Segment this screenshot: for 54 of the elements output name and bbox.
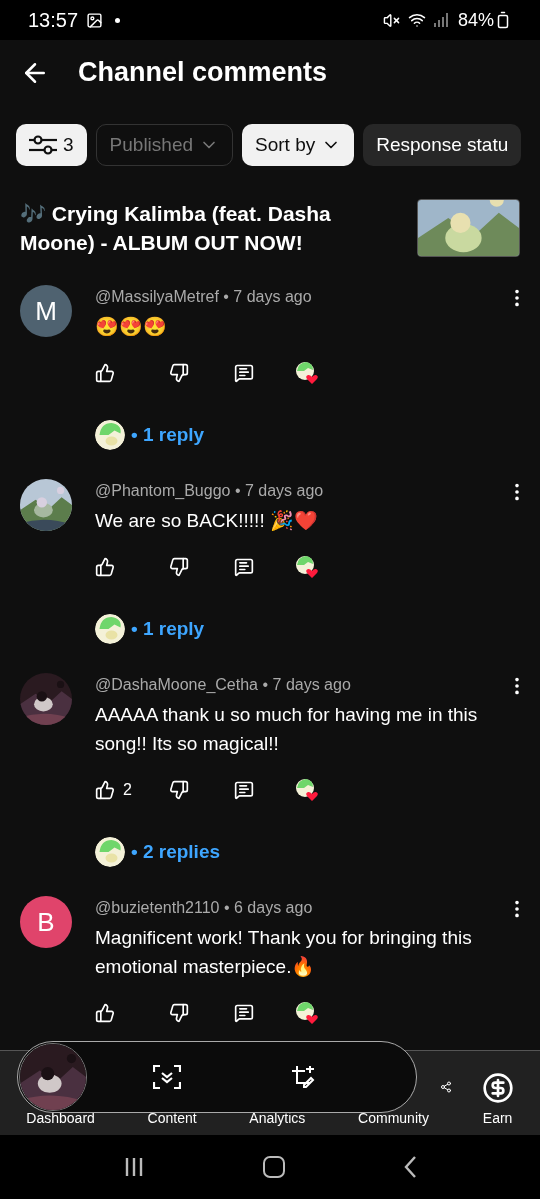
filter-chip[interactable]: Response statu — [363, 124, 522, 166]
dislike-icon[interactable] — [169, 1003, 189, 1023]
gallery-icon — [86, 11, 104, 29]
video-title[interactable]: 🎶 Crying Kalimba (feat. Dasha Moone) - ALBUM OUT NOW! — [20, 199, 405, 257]
status-time: 13:57 — [28, 8, 79, 33]
creator-heart-icon — [295, 1001, 319, 1025]
user-avatar[interactable]: M — [20, 285, 72, 337]
mute-icon — [382, 11, 400, 29]
comment-meta: @MassilyaMetref • 7 days ago — [95, 287, 313, 307]
like-icon[interactable] — [95, 557, 115, 577]
page-title: Channel comments — [78, 56, 328, 90]
battery-percent: 84% — [457, 8, 494, 32]
nav-label[interactable]: Community — [358, 1108, 429, 1129]
dollar-icon[interactable] — [481, 1072, 514, 1104]
reply-icon[interactable] — [234, 557, 254, 577]
reply-icon[interactable] — [234, 1003, 254, 1023]
crop-edit-icon[interactable] — [291, 1065, 315, 1089]
recent-apps-icon[interactable] — [123, 1157, 144, 1177]
like-icon[interactable] — [95, 780, 115, 800]
creator-avatar-icon — [95, 614, 125, 644]
comment-meta: @DashaMoone_Cetha • 7 days ago — [95, 675, 352, 695]
comment-text: 😍😍😍 — [95, 315, 168, 339]
sliders-icon — [29, 133, 57, 157]
comment-meta: @buzietenth2110 • 6 days ago — [95, 898, 314, 918]
creator-heart-icon — [295, 555, 319, 579]
dislike-icon[interactable] — [169, 780, 189, 800]
creator-avatar-icon — [95, 420, 125, 450]
replies-link[interactable]: • 1 reply — [131, 614, 205, 644]
nav-label[interactable]: Earn — [482, 1108, 513, 1129]
reply-icon[interactable] — [234, 363, 254, 383]
comment-meta: @Phantom_Buggo • 7 days ago — [95, 481, 325, 501]
back-nav-icon[interactable] — [404, 1156, 417, 1178]
comment-text: Magnificent work! Thank you for bringing this emotional masterpiece.🔥 — [95, 926, 473, 979]
wifi-icon — [407, 11, 426, 29]
user-avatar[interactable]: B — [20, 896, 72, 948]
like-icon[interactable] — [95, 363, 115, 383]
creator-heart-icon — [295, 778, 319, 802]
creator-heart-icon — [295, 361, 319, 385]
comment-text: AAAAA thank u so much for having me in this song!! Its so magical!! — [95, 703, 479, 756]
scroll-capture-icon[interactable] — [153, 1065, 181, 1089]
creator-avatar-icon — [95, 837, 125, 867]
like-count: 2 — [123, 780, 132, 800]
signal-icon — [433, 13, 450, 27]
filter-chip[interactable]: 3 — [16, 124, 87, 166]
like-icon[interactable] — [95, 1003, 115, 1023]
comment-text: We are so BACK!!!!! 🎉❤ — [95, 509, 319, 533]
replies-link[interactable]: • 1 reply — [131, 420, 205, 450]
home-button[interactable] — [263, 1156, 285, 1178]
replies-link[interactable]: • 2 replies — [131, 837, 221, 867]
share-icon[interactable] — [440, 1081, 452, 1093]
dislike-icon[interactable] — [169, 557, 189, 577]
dislike-icon[interactable] — [169, 363, 189, 383]
filter-chip[interactable]: Sort by — [242, 124, 355, 166]
reply-icon[interactable] — [234, 780, 254, 800]
